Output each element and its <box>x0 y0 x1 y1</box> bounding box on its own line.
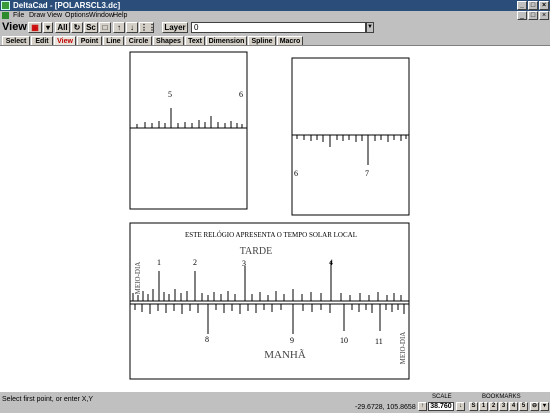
document-icon <box>2 12 9 19</box>
tab-point[interactable]: Point <box>77 36 102 45</box>
menu-options[interactable]: Options <box>65 11 89 20</box>
toolbar: View ▦ ▾ All ↻ Sc □ ↑ ↓ ⋮⋮ Layer 0 ▼ <box>0 20 550 36</box>
scale-label: SCALE <box>432 394 452 400</box>
scale-down-icon[interactable]: ↓ <box>456 402 465 411</box>
tab-dimension[interactable]: Dimension <box>206 36 247 45</box>
tick-group-2 <box>296 135 407 165</box>
doc-minimize-button[interactable]: _ <box>517 11 527 20</box>
doc-close-button[interactable]: × <box>539 11 549 20</box>
app-icon <box>1 1 10 10</box>
bookmark-settings-icon[interactable]: ⊖ <box>530 402 539 411</box>
hour-label-1: 1 <box>157 258 161 267</box>
tab-line[interactable]: Line <box>103 36 124 45</box>
drawing-canvas[interactable]: 5 6 6 7 ESTE RELÓGIO APRESENTA O TEMPO S… <box>0 46 550 391</box>
doc-restore-button[interactable]: □ <box>528 11 538 20</box>
bookmark-menu-icon[interactable]: ▾ <box>540 402 549 411</box>
menu-view[interactable]: View <box>47 11 62 20</box>
tab-text[interactable]: Text <box>185 36 205 45</box>
hour-label-10: 10 <box>340 336 348 345</box>
status-bar: Select first point, or enter X,Y -29.672… <box>0 391 550 413</box>
hour-label-2: 2 <box>193 258 197 267</box>
menu-draw[interactable]: Draw <box>29 11 45 20</box>
menu-file[interactable]: File <box>13 11 24 20</box>
redraw-icon[interactable]: ↻ <box>71 22 83 33</box>
bookmarks-label: BOOKMARKS <box>482 394 521 400</box>
meio-dia-right: MEIO-DIA <box>399 332 407 365</box>
hour-label-8: 8 <box>205 335 209 344</box>
scale-value[interactable]: 38.760 <box>428 402 454 411</box>
title-bar: DeltaCad - [POLARSCL3.dc] _ □ × <box>0 0 550 11</box>
coordinate-readout: -29.6728, 105.8658 <box>355 404 416 411</box>
tab-bar: Select Edit View Point Line Circle Shape… <box>0 35 550 46</box>
hour-label-4: 4 <box>329 258 333 267</box>
mode-label: View <box>2 21 27 33</box>
status-prompt: Select first point, or enter X,Y <box>2 396 94 403</box>
scale-button[interactable]: Sc <box>84 22 98 33</box>
tarde-label: TARDE <box>240 246 273 257</box>
scale-box-1 <box>129 51 248 210</box>
zoom-all-button[interactable]: All <box>55 22 70 33</box>
tab-view[interactable]: View <box>54 36 76 45</box>
zoom-dropdown-icon[interactable]: ▾ <box>43 22 53 33</box>
hour-label-3: 3 <box>242 259 246 268</box>
bookmark-s[interactable]: S <box>469 402 478 411</box>
scale-up-icon[interactable]: ↑ <box>418 402 427 411</box>
tab-circle[interactable]: Circle <box>125 36 152 45</box>
bookmark-1[interactable]: 1 <box>479 402 488 411</box>
tick-group-3 <box>132 261 405 334</box>
arrow-down-icon[interactable]: ↓ <box>126 22 138 33</box>
scale-box-2 <box>291 57 410 216</box>
bookmark-2[interactable]: 2 <box>489 402 498 411</box>
tab-edit[interactable]: Edit <box>31 36 53 45</box>
layer-button[interactable]: Layer <box>162 22 188 33</box>
maximize-button[interactable]: □ <box>528 1 538 10</box>
menu-bar: File Draw View Options Window Help _ □ × <box>0 11 550 20</box>
layer-dropdown-icon[interactable]: ▼ <box>366 22 374 33</box>
tab-shapes[interactable]: Shapes <box>153 36 184 45</box>
box2-label-7: 7 <box>365 169 369 178</box>
tab-macro[interactable]: Macro <box>277 36 303 45</box>
tab-select[interactable]: Select <box>2 36 30 45</box>
box1-label-6: 6 <box>239 90 243 99</box>
meio-dia-left: MEIO-DIA <box>134 262 142 295</box>
tab-spline[interactable]: Spline <box>248 36 276 45</box>
sundial-heading: ESTE RELÓGIO APRESENTA O TEMPO SOLAR LOC… <box>185 231 357 239</box>
box1-label-5: 5 <box>168 90 172 99</box>
layer-select[interactable]: 0 <box>191 22 366 33</box>
hour-label-9: 9 <box>290 336 294 345</box>
zoom-box-icon[interactable]: □ <box>99 22 111 33</box>
grid-icon[interactable]: ⋮⋮ <box>139 22 156 33</box>
box2-label-6: 6 <box>294 169 298 178</box>
hour-label-11: 11 <box>375 337 383 346</box>
menu-window[interactable]: Window <box>89 11 114 20</box>
bookmark-3[interactable]: 3 <box>499 402 508 411</box>
drawing-svg: 5 6 6 7 ESTE RELÓGIO APRESENTA O TEMPO S… <box>129 51 410 380</box>
arrow-up-icon[interactable]: ↑ <box>113 22 125 33</box>
bookmark-5[interactable]: 5 <box>519 402 528 411</box>
bookmark-4[interactable]: 4 <box>509 402 518 411</box>
tick-group-1 <box>136 108 243 128</box>
zoom-window-button[interactable]: ▦ <box>28 22 42 33</box>
window-title: DeltaCad - [POLARSCL3.dc] <box>13 1 121 10</box>
close-button[interactable]: × <box>539 1 549 10</box>
menu-help[interactable]: Help <box>113 11 127 20</box>
minimize-button[interactable]: _ <box>517 1 527 10</box>
manha-label: MANHÃ <box>264 349 306 361</box>
